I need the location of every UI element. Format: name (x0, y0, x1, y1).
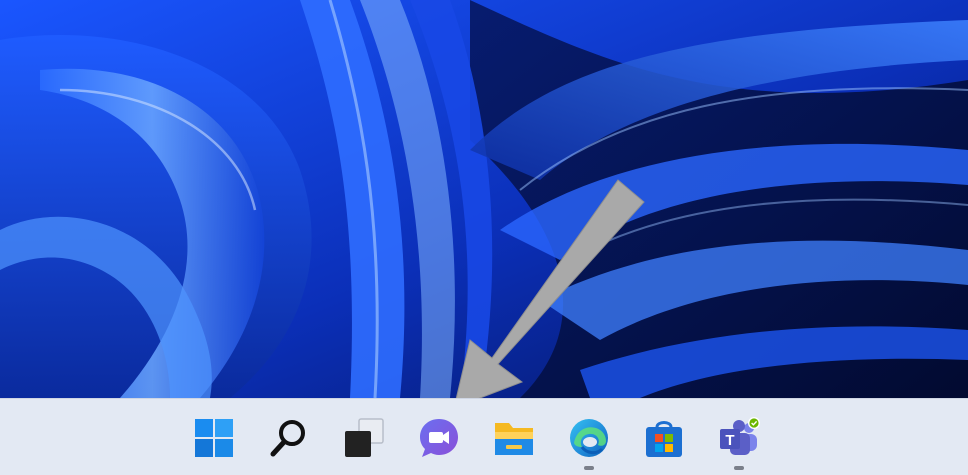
bloom-wallpaper-art (0, 0, 968, 398)
teams-chat-icon (420, 419, 458, 457)
running-indicator (584, 466, 594, 470)
chat-button[interactable] (408, 407, 470, 473)
edge-browser-icon (570, 419, 608, 457)
desktop-screen: T (0, 0, 968, 475)
file-explorer-button[interactable] (483, 407, 545, 473)
edge-button[interactable] (558, 407, 620, 473)
teams-button[interactable]: T (708, 407, 770, 473)
start-button[interactable] (183, 407, 245, 473)
task-view-icon (345, 418, 384, 457)
task-view-button[interactable] (333, 407, 395, 473)
search-button[interactable] (258, 407, 320, 473)
teams-icon: T (720, 417, 760, 455)
desktop-wallpaper (0, 0, 968, 398)
microsoft-store-icon (646, 421, 682, 457)
running-indicator (734, 466, 744, 470)
file-explorer-icon (495, 423, 533, 455)
svg-text:T: T (725, 432, 734, 449)
search-icon (270, 420, 305, 457)
windows-start-icon (195, 419, 233, 457)
store-button[interactable] (633, 407, 695, 473)
taskbar-pinned-apps: T (183, 407, 783, 473)
taskbar: T (0, 398, 968, 475)
